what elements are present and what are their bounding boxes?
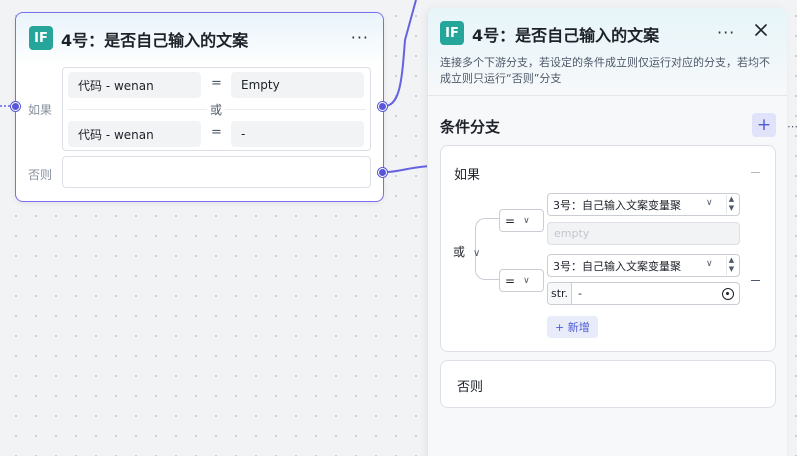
section-title: 条件分支	[440, 118, 501, 136]
else-branch-label: 否则	[457, 380, 484, 395]
value-type-tag[interactable]: str.	[548, 283, 572, 304]
condition-box: 代码 - wenan = Empty 或 代码 - wenan = -	[62, 67, 371, 151]
variable-value: 3号：自己输入文案变量聚	[553, 198, 681, 212]
value-text: -	[578, 287, 582, 300]
condition-operator: =	[211, 125, 222, 140]
else-box	[62, 156, 371, 188]
operator-value: =	[505, 213, 516, 228]
branch-label: 如果	[454, 168, 481, 183]
value-input[interactable]: str. -	[547, 282, 740, 305]
chevron-down-icon: ∨	[706, 259, 713, 269]
panel-description: 连接多个下游分支，若设定的条件成立则仅运行对应的分支，若均不成立则只运行“否则”…	[440, 56, 770, 85]
more-icon[interactable]: ···	[717, 25, 735, 41]
if-label: 如果	[28, 103, 53, 117]
more-icon: ⋯	[787, 120, 797, 133]
if-icon: IF	[29, 26, 53, 50]
logic-value: 或	[453, 245, 466, 259]
condition-settings-panel: IF 4号：是否自己输入的文案 ··· 连接多个下游分支，若设定的条件成立则仅运…	[427, 8, 787, 456]
operator-select[interactable]: = ∨	[499, 269, 544, 292]
variable-select[interactable]: 3号：自己输入文案变量聚 ∨ ▲ ▼	[547, 193, 740, 216]
condition-variable: 代码 - wenan	[68, 72, 201, 98]
add-condition-button[interactable]: + 新增	[547, 316, 598, 338]
node-title: 4号：是否自己输入的文案	[61, 31, 249, 50]
close-icon[interactable]	[753, 22, 769, 38]
logic-select[interactable]: 或 ∨	[453, 243, 480, 260]
operator-select[interactable]: = ∨	[499, 209, 544, 232]
variable-value: 3号：自己输入文案变量聚	[553, 259, 681, 273]
condition-operator: =	[211, 76, 222, 91]
variable-select[interactable]: 3号：自己输入文案变量聚 ∨ ▲ ▼	[547, 254, 740, 277]
remove-condition-icon[interactable]	[751, 280, 760, 281]
input-port[interactable]	[11, 102, 20, 111]
condition-variable: 代码 - wenan	[68, 121, 201, 147]
more-icon[interactable]: ···	[351, 30, 369, 46]
or-label: 或	[207, 101, 226, 118]
chevron-down-icon: ∨	[523, 275, 530, 286]
condition-value: -	[231, 121, 364, 147]
condition-value: Empty	[231, 72, 364, 98]
variable-icon[interactable]	[722, 288, 734, 300]
else-output-port[interactable]	[378, 168, 387, 177]
value-input[interactable]: empty	[547, 222, 740, 245]
chevron-down-icon: ∨	[473, 248, 481, 259]
if-output-port[interactable]	[378, 102, 387, 111]
chevron-down-icon: ∨	[706, 198, 713, 208]
chevron-down-icon: ∨	[523, 215, 530, 226]
condition-node[interactable]: IF 4号：是否自己输入的文案 ··· 如果 代码 - wenan = Empt…	[15, 12, 384, 202]
if-icon: IF	[440, 21, 464, 45]
spinner-icon[interactable]: ▲ ▼	[726, 256, 736, 275]
if-branch-card: 如果 或 ∨ = ∨ 3号：自己输入文案变量聚 ∨ ▲ ▼ empty = ∨ 3号：自…	[440, 145, 776, 352]
panel-title[interactable]: 4号：是否自己输入的文案	[472, 22, 659, 46]
add-branch-button[interactable]: +	[752, 113, 776, 137]
operator-value: =	[505, 273, 516, 288]
else-branch-card: 否则	[440, 360, 776, 408]
else-label: 否则	[28, 168, 53, 182]
collapse-icon[interactable]	[751, 172, 760, 173]
spinner-icon[interactable]: ▲ ▼	[726, 195, 736, 214]
